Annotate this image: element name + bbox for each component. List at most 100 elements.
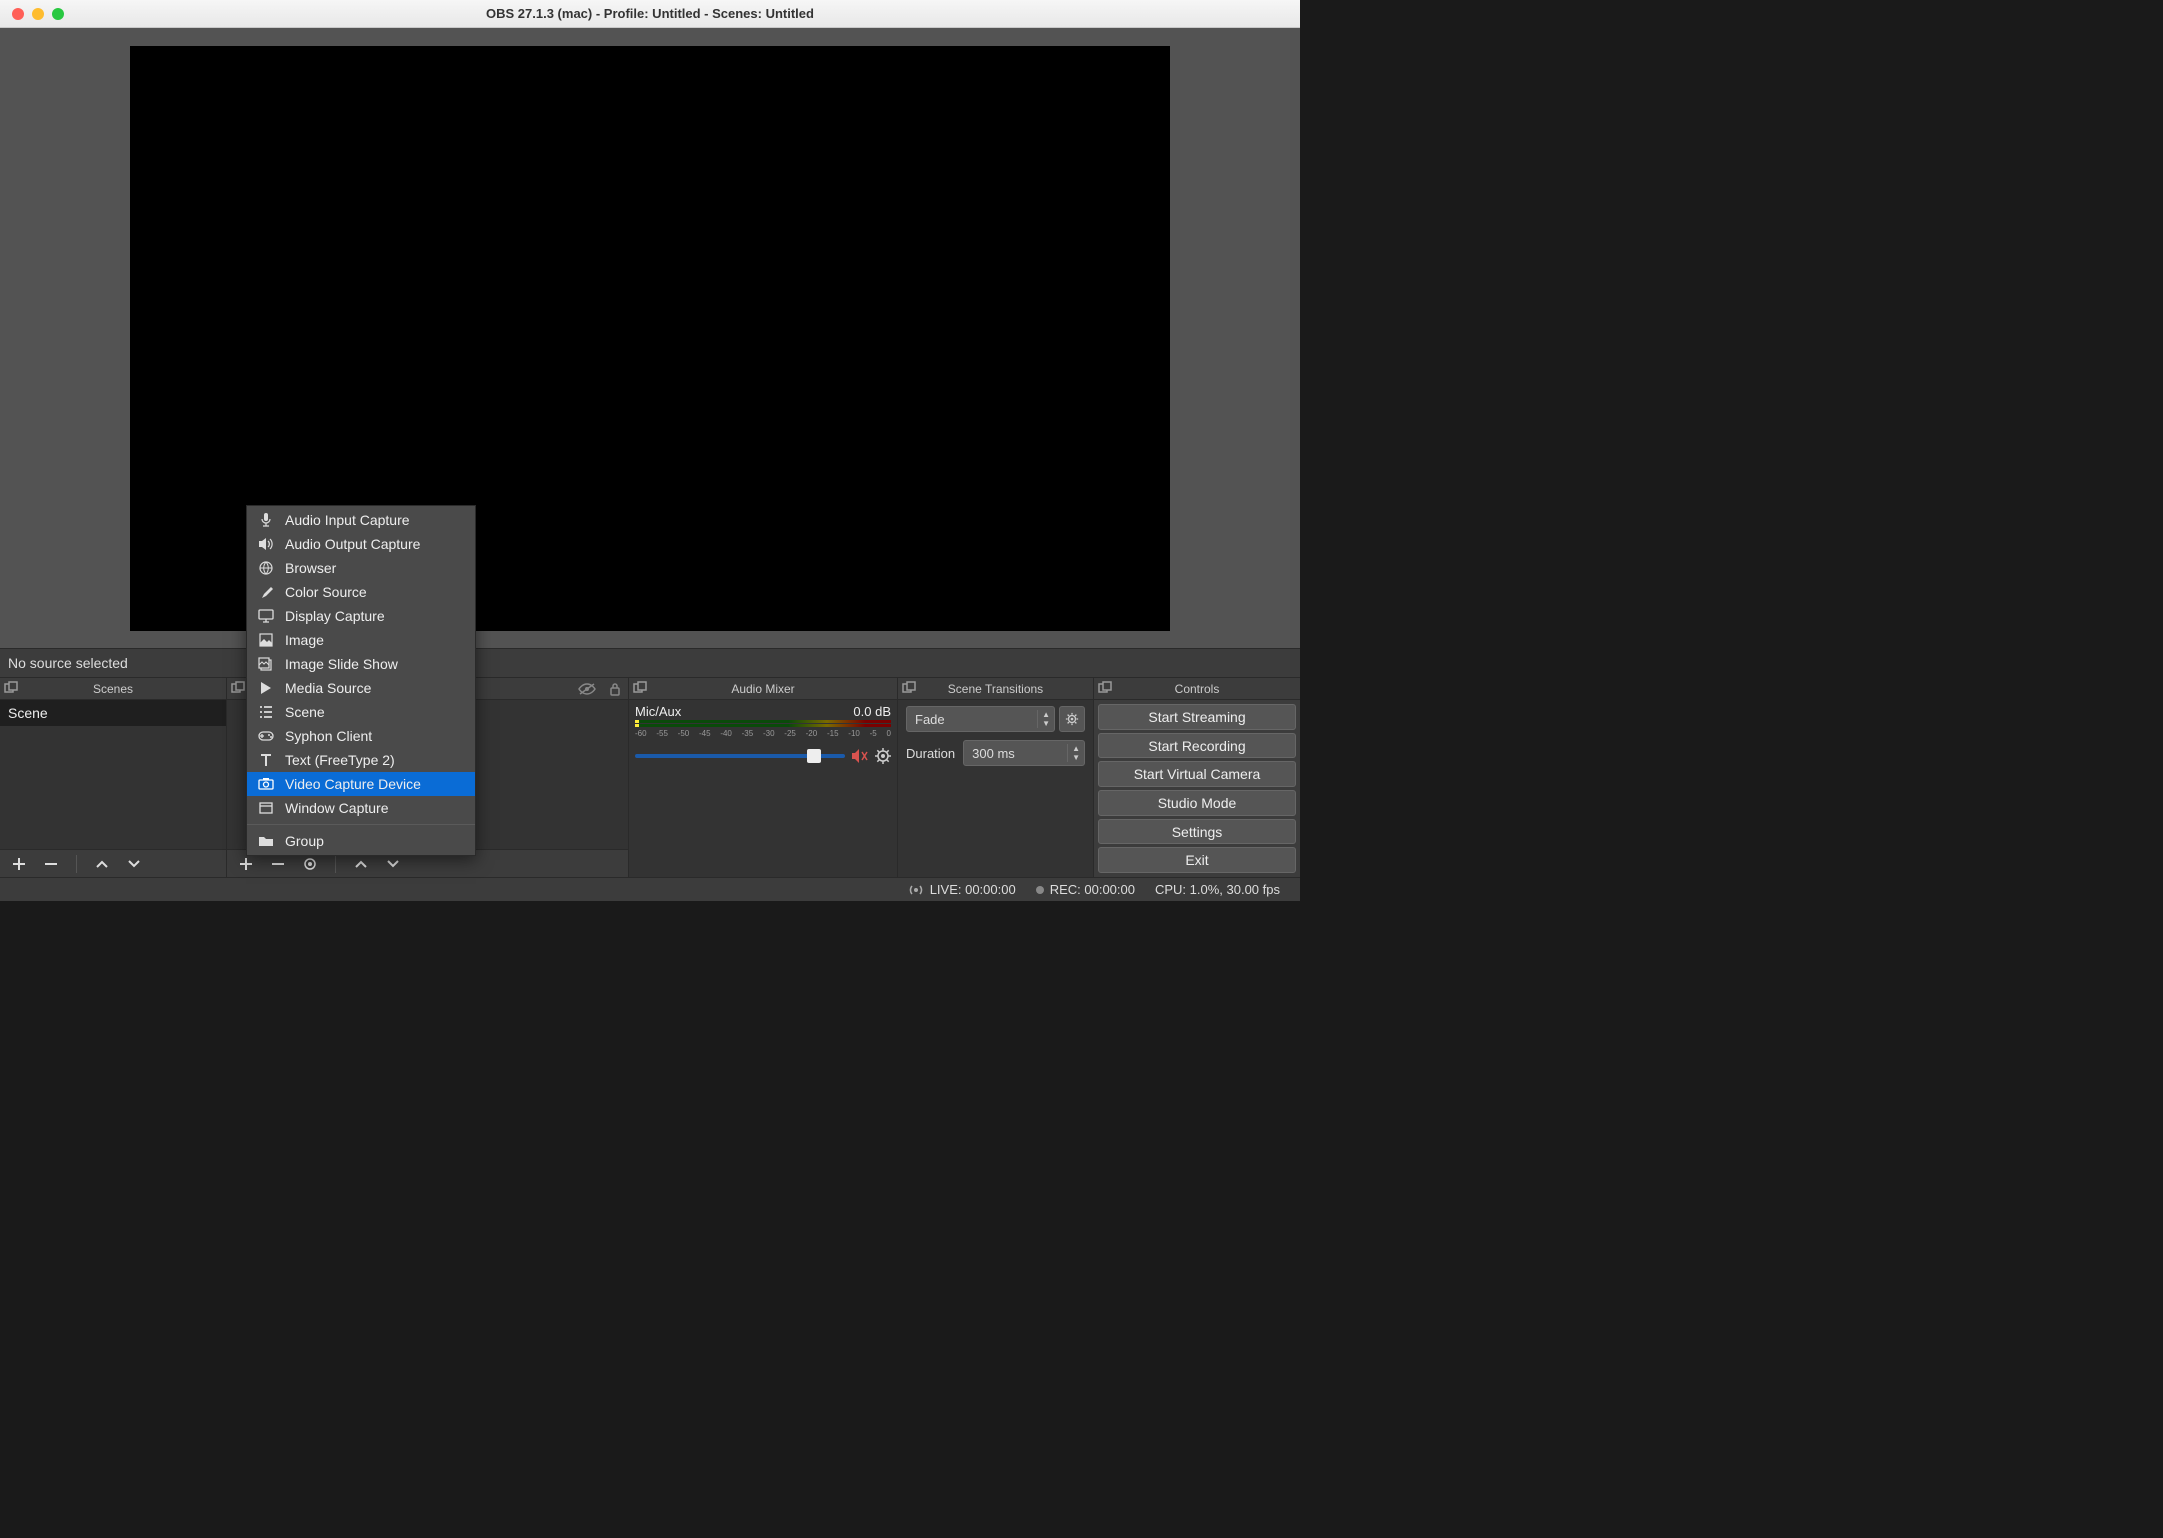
scene-item[interactable]: Scene: [0, 700, 226, 726]
controls-body: Start Streaming Start Recording Start Vi…: [1094, 700, 1300, 877]
menu-item-label: Scene: [285, 704, 325, 720]
play-icon: [257, 681, 275, 695]
add-source-menu[interactable]: Audio Input Capture Audio Output Capture…: [246, 505, 476, 856]
menu-item-video-capture-device[interactable]: Video Capture Device: [247, 772, 475, 796]
audio-mixer-dock: Audio Mixer Mic/Aux 0.0 dB -60-55-50-45-…: [629, 678, 898, 877]
menu-item-group[interactable]: Group: [247, 829, 475, 853]
scenes-toolbar: [0, 849, 226, 877]
chevron-down-icon[interactable]: ▼: [1038, 719, 1054, 728]
selection-status: No source selected: [0, 648, 1300, 678]
menu-item-audio-input-capture[interactable]: Audio Input Capture: [247, 508, 475, 532]
transition-settings-button[interactable]: [1059, 706, 1085, 732]
menu-item-label: Browser: [285, 560, 336, 576]
menu-separator: [247, 824, 475, 825]
controls-title: Controls: [1175, 682, 1220, 696]
mute-icon[interactable]: [851, 748, 869, 764]
start-recording-button[interactable]: Start Recording: [1098, 733, 1296, 759]
brush-icon: [257, 585, 275, 599]
menu-item-label: Audio Input Capture: [285, 512, 410, 528]
menu-item-media-source[interactable]: Media Source: [247, 676, 475, 700]
start-virtual-camera-button[interactable]: Start Virtual Camera: [1098, 761, 1296, 787]
menu-item-label: Video Capture Device: [285, 776, 421, 792]
menu-item-display-capture[interactable]: Display Capture: [247, 604, 475, 628]
lock-icon[interactable]: [608, 682, 622, 696]
remove-source-button[interactable]: [269, 855, 287, 873]
transitions-dock: Scene Transitions Fade ▲▼ Duration 300 m…: [898, 678, 1094, 877]
menu-item-label: Image: [285, 632, 324, 648]
move-source-up-button[interactable]: [352, 855, 370, 873]
remove-scene-button[interactable]: [42, 855, 60, 873]
source-properties-button[interactable]: [301, 855, 319, 873]
popout-icon[interactable]: [4, 681, 18, 695]
menu-item-scene[interactable]: Scene: [247, 700, 475, 724]
menu-item-label: Audio Output Capture: [285, 536, 420, 552]
move-source-down-button[interactable]: [384, 855, 402, 873]
close-icon[interactable]: [12, 8, 24, 20]
maximize-icon[interactable]: [52, 8, 64, 20]
docks-row: Scenes Scene Sources: [0, 678, 1300, 877]
transition-select[interactable]: Fade ▲▼: [906, 706, 1055, 732]
image-icon: [257, 633, 275, 647]
popout-icon[interactable]: [231, 681, 245, 695]
menu-item-text[interactable]: Text (FreeType 2): [247, 748, 475, 772]
preview-area: [0, 28, 1300, 648]
menu-item-label: Syphon Client: [285, 728, 372, 744]
globe-icon: [257, 561, 275, 575]
duration-value: 300 ms: [964, 746, 1067, 761]
audio-meter: [635, 720, 891, 723]
chevron-up-icon[interactable]: ▲: [1068, 744, 1084, 753]
status-live: LIVE: 00:00:00: [908, 882, 1016, 898]
menu-item-browser[interactable]: Browser: [247, 556, 475, 580]
menu-item-label: Image Slide Show: [285, 656, 398, 672]
menu-item-color-source[interactable]: Color Source: [247, 580, 475, 604]
menu-item-syphon-client[interactable]: Syphon Client: [247, 724, 475, 748]
menu-item-label: Text (FreeType 2): [285, 752, 395, 768]
mixer-header: Audio Mixer: [629, 678, 897, 700]
speaker-icon: [257, 537, 275, 551]
record-indicator-icon: [1036, 886, 1044, 894]
studio-mode-button[interactable]: Studio Mode: [1098, 790, 1296, 816]
chevron-up-icon[interactable]: ▲: [1038, 710, 1054, 719]
controls-dock: Controls Start Streaming Start Recording…: [1094, 678, 1300, 877]
status-cpu: CPU: 1.0%, 30.00 fps: [1155, 882, 1280, 897]
menu-item-audio-output-capture[interactable]: Audio Output Capture: [247, 532, 475, 556]
settings-button[interactable]: Settings: [1098, 819, 1296, 845]
popout-icon[interactable]: [1098, 681, 1112, 695]
transitions-header: Scene Transitions: [898, 678, 1093, 700]
mic-icon: [257, 512, 275, 528]
menu-item-image-slideshow[interactable]: Image Slide Show: [247, 652, 475, 676]
add-source-button[interactable]: [237, 855, 255, 873]
minimize-icon[interactable]: [32, 8, 44, 20]
visibility-icon[interactable]: [578, 682, 596, 696]
titlebar: OBS 27.1.3 (mac) - Profile: Untitled - S…: [0, 0, 1300, 28]
start-streaming-button[interactable]: Start Streaming: [1098, 704, 1296, 730]
duration-input[interactable]: 300 ms ▲▼: [963, 740, 1085, 766]
gamepad-icon: [257, 730, 275, 742]
exit-button[interactable]: Exit: [1098, 847, 1296, 873]
slideshow-icon: [257, 657, 275, 671]
folder-icon: [257, 835, 275, 847]
popout-icon[interactable]: [633, 681, 647, 695]
channel-settings-icon[interactable]: [875, 748, 891, 764]
channel-name: Mic/Aux: [635, 704, 681, 719]
menu-item-label: Media Source: [285, 680, 371, 696]
text-icon: [257, 753, 275, 767]
move-scene-down-button[interactable]: [125, 855, 143, 873]
window-icon: [257, 802, 275, 814]
transitions-body: Fade ▲▼ Duration 300 ms ▲▼: [898, 700, 1093, 877]
status-bar: LIVE: 00:00:00 REC: 00:00:00 CPU: 1.0%, …: [0, 877, 1300, 901]
chevron-down-icon[interactable]: ▼: [1068, 753, 1084, 762]
move-scene-up-button[interactable]: [93, 855, 111, 873]
menu-item-window-capture[interactable]: Window Capture: [247, 796, 475, 820]
menu-item-label: Window Capture: [285, 800, 389, 816]
scenes-list[interactable]: Scene: [0, 700, 226, 877]
volume-slider[interactable]: [635, 754, 845, 758]
controls-header: Controls: [1094, 678, 1300, 700]
popout-icon[interactable]: [902, 681, 916, 695]
menu-item-image[interactable]: Image: [247, 628, 475, 652]
menu-item-label: Color Source: [285, 584, 367, 600]
meter-scale: -60-55-50-45-40-35-30-25-20-15-10-50: [635, 729, 891, 738]
add-scene-button[interactable]: [10, 855, 28, 873]
mixer-body: Mic/Aux 0.0 dB -60-55-50-45-40-35-30-25-…: [629, 700, 897, 877]
mixer-title: Audio Mixer: [731, 682, 794, 696]
